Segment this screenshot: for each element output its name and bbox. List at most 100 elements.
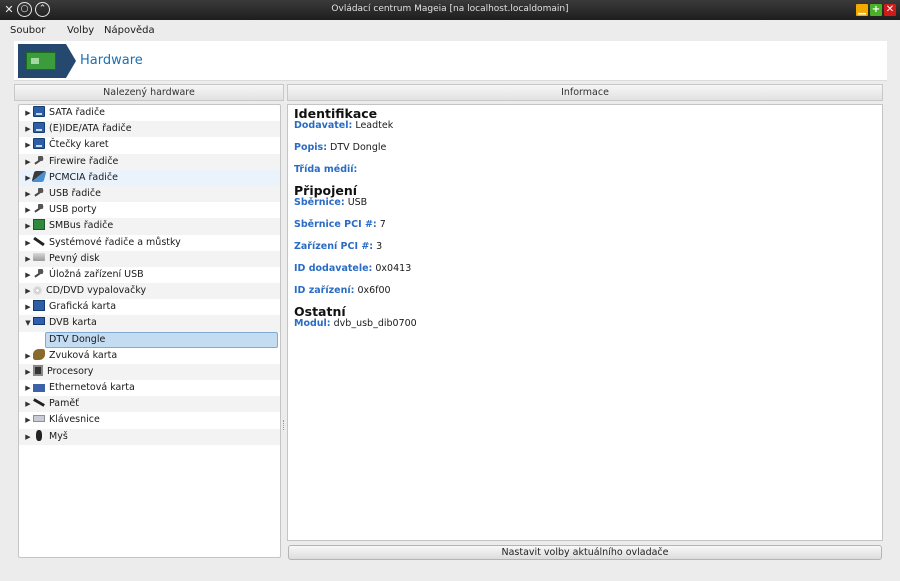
tree-item-label: Myš: [49, 430, 68, 442]
window-title: Ovládací centrum Mageia [na localhost.lo…: [331, 4, 569, 14]
info-vendor: Dodavatel: Leadtek: [294, 120, 876, 131]
info-value: dvb_usb_dib0700: [333, 318, 417, 329]
tree-item-label: Úložná zařízení USB: [49, 268, 144, 280]
info-pci-device: Zařízení PCI #: 3: [294, 241, 876, 252]
tree-item-ethernet[interactable]: ▶ Ethernetová karta: [19, 380, 280, 396]
usb-icon: [33, 187, 45, 198]
tree-item-cd-dvd[interactable]: ▶ CD/DVD vypalovačky: [19, 283, 280, 300]
tree-item-label: DVB karta: [49, 317, 97, 329]
info-label: Dodavatel:: [294, 120, 353, 131]
expand-arrow-icon[interactable]: ▶: [23, 429, 33, 445]
tree-item-label: Čtečky karet: [49, 139, 109, 151]
tree-item-memory[interactable]: ▶ Paměť: [19, 396, 280, 413]
info-value: USB: [347, 197, 368, 208]
hardware-tree[interactable]: ▶ SATA řadiče ▶ (E)IDE/ATA řadiče ▶ Čtečky …: [18, 104, 281, 558]
expand-arrow-icon[interactable]: ▶: [23, 137, 33, 153]
section-heading-pripojeni: Připojení: [294, 183, 358, 198]
tree-item-usb-controllers[interactable]: ▶ USB řadiče: [19, 185, 280, 203]
expand-arrow-icon[interactable]: ▶: [23, 412, 33, 428]
expand-arrow-icon[interactable]: ▶: [23, 105, 33, 121]
mouse-icon: [36, 429, 42, 441]
minimize-button[interactable]: ▁: [856, 4, 868, 16]
card-reader-icon: [33, 138, 45, 150]
banner-arrow: [66, 44, 76, 78]
tree-item-cpu[interactable]: ▶ Procesory: [19, 363, 280, 380]
tree-item-pcmcia[interactable]: ▶ PCMCIA řadiče: [19, 169, 280, 186]
expand-arrow-icon[interactable]: ▶: [23, 380, 33, 396]
tree-item-dvb[interactable]: ▼ DVB karta: [19, 315, 280, 332]
tree-item-keyboard[interactable]: ▶ Klávesnice: [19, 412, 280, 428]
tree-item-usb-ports[interactable]: ▶ USB porty: [19, 202, 280, 218]
info-value: 0x0413: [375, 263, 412, 274]
pcmcia-icon: [31, 170, 47, 182]
expand-arrow-icon[interactable]: ▶: [23, 364, 33, 380]
info-value: Leadtek: [355, 120, 394, 131]
expand-arrow-icon[interactable]: ▶: [23, 121, 33, 137]
usb-storage-icon: [33, 268, 45, 279]
expand-arrow-icon[interactable]: ▶: [23, 202, 33, 218]
expand-arrow-icon[interactable]: ▶: [23, 283, 33, 299]
expand-arrow-icon[interactable]: ▶: [23, 299, 33, 315]
configure-driver-button[interactable]: Nastavit volby aktuálního ovladače: [288, 545, 882, 560]
banner-title: Hardware: [80, 53, 143, 68]
menu-napoveda[interactable]: Nápověda: [104, 25, 155, 36]
info-description: Popis: DTV Dongle: [294, 142, 876, 153]
tree-item-bridges[interactable]: ▶ Systémové řadiče a můstky: [19, 235, 280, 251]
tree-item-label: Klávesnice: [49, 414, 100, 426]
expand-arrow-icon[interactable]: ▶: [23, 348, 33, 364]
window-controls-right: ▁ + ✕: [856, 4, 896, 16]
bridge-icon: [33, 236, 45, 247]
info-media-class: Třída médií:: [294, 164, 876, 175]
menu-bar: Soubor Volby Nápověda: [0, 20, 900, 40]
tree-item-card-readers[interactable]: ▶ Čtečky karet: [19, 137, 280, 153]
close-button[interactable]: ✕: [884, 4, 896, 16]
collapse-arrow-icon[interactable]: ▼: [23, 315, 33, 331]
tree-item-graphics[interactable]: ▶ Grafická karta: [19, 299, 280, 315]
info-label: Sběrnice:: [294, 197, 345, 208]
info-label: ID zařízení:: [294, 285, 355, 296]
menu-volby[interactable]: Volby: [67, 25, 94, 36]
expand-arrow-icon[interactable]: ▶: [23, 267, 33, 283]
info-label: Sběrnice PCI #:: [294, 219, 377, 230]
expand-arrow-icon[interactable]: ▶: [23, 154, 33, 170]
section-heading-ostatni: Ostatní: [294, 304, 346, 319]
network-card-icon: [18, 44, 66, 78]
cpu-icon: [33, 364, 43, 376]
tree-item-hard-disk[interactable]: ▶ Pevný disk: [19, 250, 280, 267]
tree-item-firewire[interactable]: ▶ Firewire řadiče: [19, 153, 280, 170]
expand-arrow-icon[interactable]: ▶: [23, 396, 33, 412]
panel-splitter[interactable]: [283, 420, 285, 430]
info-bus: Sběrnice: USB: [294, 197, 876, 208]
memory-icon: [33, 397, 45, 408]
menu-soubor[interactable]: Soubor: [10, 25, 45, 36]
dvb-card-icon: [33, 317, 45, 326]
expand-arrow-icon[interactable]: ▶: [23, 251, 33, 267]
expand-arrow-icon[interactable]: ▶: [23, 218, 33, 234]
maximize-button[interactable]: +: [870, 4, 882, 16]
info-value: DTV Dongle: [330, 142, 387, 153]
info-panel-header: Informace: [287, 84, 883, 101]
tree-item-label: Systémové řadiče a můstky: [49, 236, 181, 248]
info-label: Zařízení PCI #:: [294, 241, 374, 252]
tree-item-sata[interactable]: ▶ SATA řadiče: [19, 105, 280, 121]
info-device-id: ID zařízení: 0x6f00: [294, 285, 876, 296]
expand-arrow-icon[interactable]: ▶: [23, 186, 33, 202]
tree-item-smbus[interactable]: ▶ SMBus řadiče: [19, 218, 280, 235]
tree-item-dtv-dongle[interactable]: DTV Dongle: [45, 331, 278, 348]
tree-item-sound[interactable]: ▶ Zvuková karta: [19, 348, 280, 364]
hard-disk-icon: [33, 252, 45, 261]
sound-card-icon: [33, 348, 45, 360]
graphics-card-icon: [33, 300, 45, 312]
tree-item-label: (E)IDE/ATA řadiče: [49, 123, 132, 135]
tree-item-label: Firewire řadiče: [49, 155, 119, 167]
tree-item-label: SMBus řadiče: [49, 220, 114, 232]
tree-item-label: Procesory: [47, 365, 94, 377]
tree-item-usb-storage[interactable]: ▶ Úložná zařízení USB: [19, 267, 280, 283]
tree-item-mouse[interactable]: ▶ Myš: [19, 428, 280, 445]
expand-arrow-icon[interactable]: ▶: [23, 235, 33, 251]
keyboard-icon: [33, 415, 45, 423]
tree-item-ide[interactable]: ▶ (E)IDE/ATA řadiče: [19, 121, 280, 138]
firewire-icon: [33, 155, 45, 166]
disk-controller-icon: [33, 106, 45, 117]
tree-item-label: Ethernetová karta: [49, 382, 135, 393]
